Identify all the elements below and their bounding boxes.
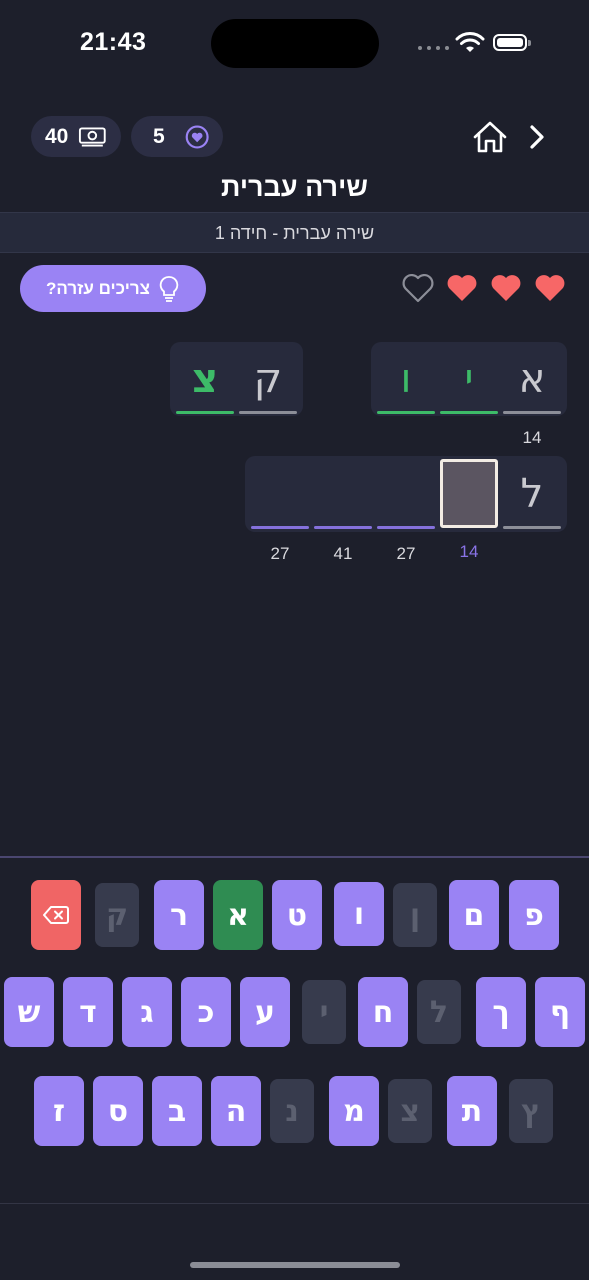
help-label: צריכים עזרה?: [46, 278, 150, 298]
letter-cell[interactable]: [314, 459, 372, 529]
letter-cell[interactable]: י: [440, 344, 498, 414]
wifi-icon: [455, 32, 485, 52]
key[interactable]: ץ: [509, 1079, 553, 1143]
letter: ו: [400, 356, 412, 402]
cash-icon: [79, 126, 107, 147]
key[interactable]: ף: [535, 977, 585, 1047]
key[interactable]: מ: [329, 1076, 379, 1146]
chevron-right-icon[interactable]: [526, 123, 548, 151]
active-letter-cell[interactable]: [440, 459, 498, 528]
key[interactable]: ד: [63, 977, 113, 1047]
coins-counter: 40: [31, 116, 121, 157]
key[interactable]: ז: [34, 1076, 84, 1146]
key[interactable]: ם: [449, 880, 499, 950]
key[interactable]: ג: [122, 977, 172, 1047]
letter-cell[interactable]: ק: [239, 344, 297, 414]
key[interactable]: ל: [417, 980, 461, 1044]
home-indicator[interactable]: [190, 1262, 400, 1268]
key[interactable]: ק: [95, 883, 139, 947]
key[interactable]: ס: [93, 1076, 143, 1146]
letter: ק: [253, 356, 283, 402]
key[interactable]: י: [302, 980, 346, 1044]
bottom-divider: [0, 1203, 589, 1204]
key[interactable]: ר: [154, 880, 204, 950]
heart-filled-icon: [535, 275, 565, 301]
attempts-hearts: [401, 272, 567, 304]
dynamic-island: [211, 19, 379, 68]
cell-number: 14: [459, 542, 479, 561]
key[interactable]: ח: [358, 977, 408, 1047]
puzzle-subtitle: שירה עברית - חידה 1: [214, 223, 375, 243]
key[interactable]: נ: [270, 1079, 314, 1143]
key[interactable]: ב: [152, 1076, 202, 1146]
key[interactable]: ה: [211, 1076, 261, 1146]
keyboard-divider: [0, 856, 589, 858]
status-time: 21:43: [80, 28, 147, 56]
key[interactable]: כ: [181, 977, 231, 1047]
backspace-icon: [43, 906, 69, 924]
key[interactable]: ע: [240, 977, 290, 1047]
letter: א: [518, 356, 546, 402]
cellular-signal-icon: [418, 46, 449, 50]
coins-value: 40: [45, 124, 69, 148]
key[interactable]: ש: [4, 977, 54, 1047]
letter-cell[interactable]: א: [503, 344, 561, 414]
lives-value: 5: [153, 124, 165, 148]
cell-number: 14: [522, 428, 542, 447]
heart-outline-icon: [402, 273, 434, 303]
letter-cell[interactable]: [377, 459, 435, 529]
letter-cell[interactable]: ו: [377, 344, 435, 414]
battery-icon: [493, 34, 531, 51]
delete-key[interactable]: [31, 880, 81, 950]
key[interactable]: ת: [447, 1076, 497, 1146]
letter: ל: [520, 471, 544, 517]
help-button[interactable]: צריכים עזרה?: [20, 265, 206, 312]
letter-cell[interactable]: [251, 459, 309, 529]
page-title: שירה עברית: [221, 172, 368, 202]
heart-badge-icon: [185, 124, 209, 149]
cell-number: 27: [270, 544, 290, 563]
letter: י: [464, 356, 474, 402]
home-icon[interactable]: [472, 120, 508, 154]
lives-counter: 5: [131, 116, 223, 157]
letter-cell[interactable]: צ: [176, 344, 234, 414]
cell-number: 41: [333, 544, 353, 563]
key[interactable]: ך: [476, 977, 526, 1047]
letter: צ: [191, 356, 219, 402]
key[interactable]: ו: [334, 882, 384, 946]
lightbulb-icon: [159, 275, 179, 302]
key[interactable]: צ: [388, 1079, 432, 1143]
cell-number: 27: [396, 544, 416, 563]
key[interactable]: ט: [272, 880, 322, 950]
key[interactable]: פ: [509, 880, 559, 950]
key[interactable]: א: [213, 880, 263, 950]
heart-filled-icon: [491, 275, 521, 301]
letter-cell[interactable]: ל: [503, 459, 561, 529]
key[interactable]: ן: [393, 883, 437, 947]
heart-filled-icon: [447, 275, 477, 301]
